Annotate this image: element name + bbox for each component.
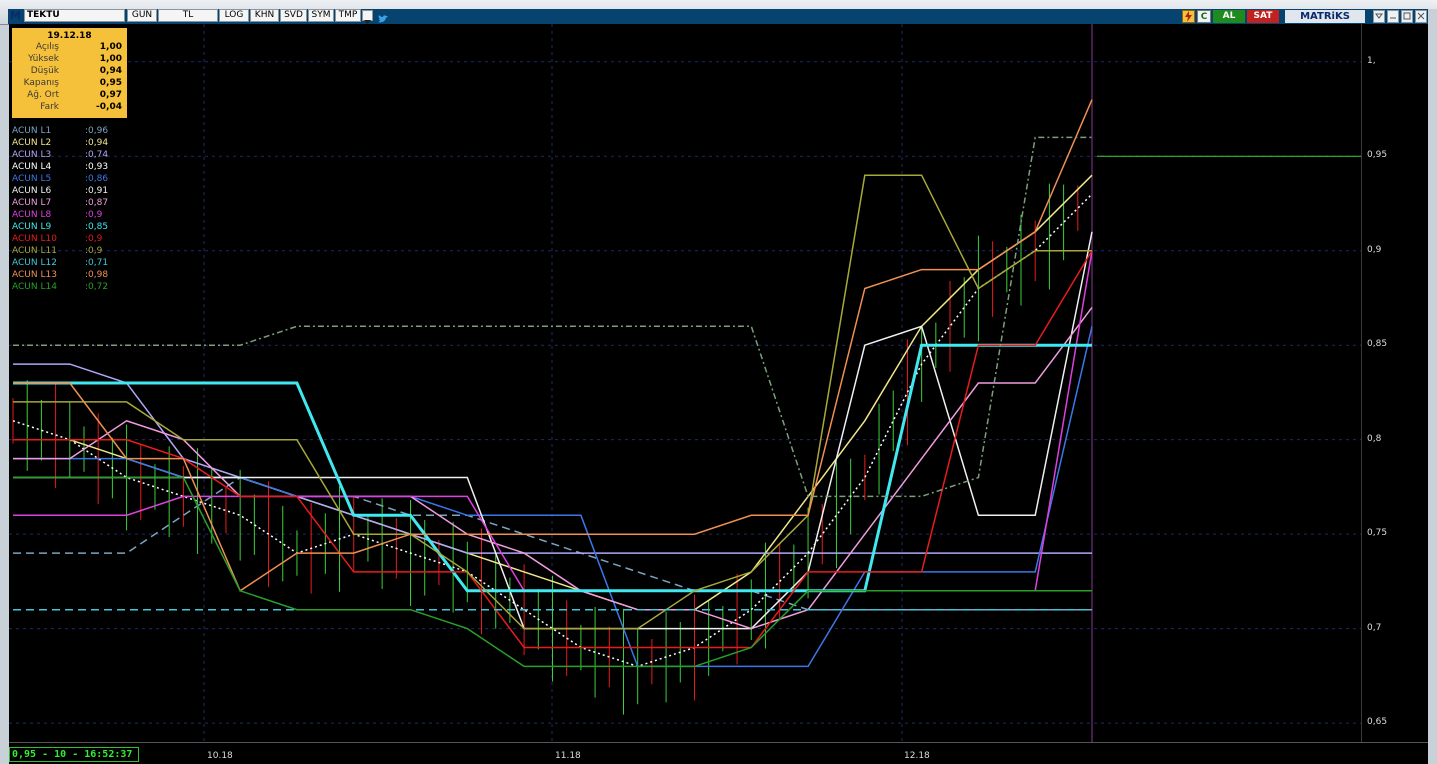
- legend-item[interactable]: ACUN L13 :0,98: [12, 270, 142, 282]
- legend-item[interactable]: ACUN L14 :0,72: [12, 282, 142, 294]
- info-value: 0,94: [99, 66, 122, 76]
- y-tick-label: 0,65: [1367, 717, 1388, 728]
- toolbar: M TEKTU GUN TL LOG KHN SVD SYM TMP C AL …: [0, 0, 1437, 25]
- legend-item[interactable]: ACUN L1 :0,96: [12, 126, 142, 138]
- chart-svg: [9, 24, 1361, 742]
- tmp-button[interactable]: TMP: [335, 9, 361, 22]
- legend-series-name: ACUN L8: [12, 210, 52, 220]
- legend-series-value: :0,85: [85, 222, 109, 232]
- legend-series-value: :0,71: [85, 258, 109, 268]
- legend-series-value: :0,86: [85, 174, 109, 184]
- y-tick-label: 0,7: [1367, 622, 1382, 633]
- x-tick-label: 11.18: [555, 751, 581, 761]
- x-tick-label: 12.18: [904, 751, 930, 761]
- matriks-brand: MATRiKS: [1285, 10, 1365, 23]
- legend-series-value: :0,98: [85, 270, 109, 280]
- close-icon[interactable]: [1415, 10, 1427, 23]
- legend-series-value: :0,94: [85, 138, 109, 148]
- info-label: Fark: [40, 102, 59, 112]
- right-window-edge: [1428, 9, 1437, 764]
- legend-series-name: ACUN L1: [12, 126, 52, 136]
- svd-button[interactable]: SVD: [280, 9, 307, 22]
- legend-item[interactable]: ACUN L7 :0,87: [12, 198, 142, 210]
- info-value: 0,95: [99, 78, 122, 88]
- lightning-icon[interactable]: [1182, 10, 1195, 23]
- y-tick-label: 0,85: [1367, 339, 1388, 350]
- ohlc-info-box: 19.12.18 Açılış 1,00 Yüksek 1,00 Düşük 0,94…: [12, 28, 127, 118]
- status-readout: 0,95 - 10 - 16:52:37: [9, 747, 139, 762]
- info-label: Açılış: [35, 42, 59, 52]
- y-tick-label: 0,75: [1367, 528, 1388, 539]
- legend-item[interactable]: ACUN L11 :0,9: [12, 246, 142, 258]
- left-window-edge: [0, 25, 9, 764]
- log-button[interactable]: LOG: [219, 9, 249, 22]
- legend-series-name: ACUN L13: [12, 270, 57, 280]
- legend-series-value: :0,9: [85, 210, 103, 220]
- legend-series-value: :0,96: [85, 126, 109, 136]
- info-label: Ağ. Ort: [27, 90, 59, 100]
- legend-item[interactable]: ACUN L4 :0,93: [12, 162, 142, 174]
- sym-button[interactable]: SYM: [308, 9, 334, 22]
- period-button[interactable]: GUN: [127, 9, 157, 22]
- maximize-icon[interactable]: [1401, 10, 1413, 23]
- legend-series-name: ACUN L10: [12, 234, 57, 244]
- info-value: -0,04: [96, 102, 122, 112]
- sell-button[interactable]: SAT: [1247, 10, 1279, 23]
- legend-series-name: ACUN L11: [12, 246, 57, 256]
- legend-series-name: ACUN L3: [12, 150, 52, 160]
- y-tick-label: 0,95: [1367, 150, 1388, 161]
- y-tick-label: 1,: [1367, 55, 1376, 66]
- legend-series-value: :0,91: [85, 186, 109, 196]
- legend-item[interactable]: ACUN L5 :0,86: [12, 174, 142, 186]
- legend-item[interactable]: ACUN L10 :0,9: [12, 234, 142, 246]
- c-button[interactable]: C: [1197, 10, 1211, 23]
- legend-item[interactable]: ACUN L9 :0,85: [12, 222, 142, 234]
- dropdown-arrow-icon[interactable]: [362, 10, 373, 24]
- minimize-icon[interactable]: [1373, 10, 1385, 23]
- legend-item[interactable]: ACUN L2 :0,94: [12, 138, 142, 150]
- info-value: 1,00: [99, 42, 122, 52]
- legend-item[interactable]: ACUN L12 :0,71: [12, 258, 142, 270]
- info-value: 1,00: [99, 54, 122, 64]
- info-value: 0,97: [99, 90, 122, 100]
- khn-button[interactable]: KHN: [250, 9, 279, 22]
- chart-plot-area[interactable]: [9, 24, 1361, 742]
- legend-series-value: :0,9: [85, 234, 103, 244]
- restore-icon[interactable]: [1387, 10, 1399, 23]
- legend-series-value: :0,93: [85, 162, 109, 172]
- info-date: 19.12.18: [47, 31, 92, 41]
- buy-button[interactable]: AL: [1213, 10, 1245, 23]
- legend-item[interactable]: ACUN L6 :0,91: [12, 186, 142, 198]
- info-label: Düşük: [30, 66, 59, 76]
- y-tick-label: 0,8: [1367, 433, 1382, 444]
- legend-series-name: ACUN L12: [12, 258, 57, 268]
- y-tick-label: 0,9: [1367, 244, 1382, 255]
- legend-series-name: ACUN L2: [12, 138, 52, 148]
- legend-series-value: :0,74: [85, 150, 109, 160]
- twitter-icon[interactable]: [377, 10, 389, 23]
- matriks-m-logo: M: [10, 9, 21, 22]
- legend-series-name: ACUN L5: [12, 174, 52, 184]
- legend-item[interactable]: ACUN L8 :0,9: [12, 210, 142, 222]
- legend-series-value: :0,87: [85, 198, 109, 208]
- y-axis: [1361, 24, 1428, 742]
- legend-series-value: :0,9: [85, 246, 103, 256]
- legend-series-name: ACUN L7: [12, 198, 52, 208]
- x-tick-label: 10.18: [207, 751, 233, 761]
- legend-series-name: ACUN L4: [12, 162, 52, 172]
- info-label: Kapanış: [23, 78, 59, 88]
- legend-series-name: ACUN L14: [12, 282, 57, 292]
- symbol-selector[interactable]: TEKTU: [24, 9, 125, 22]
- info-label: Yüksek: [28, 54, 59, 64]
- legend-series-value: :0,72: [85, 282, 109, 292]
- legend-series-name: ACUN L6: [12, 186, 52, 196]
- currency-button[interactable]: TL: [158, 9, 218, 22]
- legend-series-name: ACUN L9: [12, 222, 52, 232]
- legend-item[interactable]: ACUN L3 :0,74: [12, 150, 142, 162]
